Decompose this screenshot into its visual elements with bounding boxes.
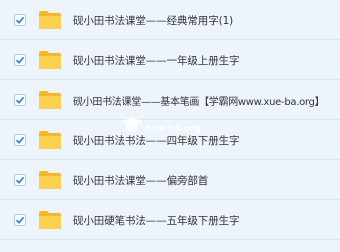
checkmark-icon <box>15 56 25 64</box>
checkmark-icon <box>15 176 25 184</box>
file-name[interactable]: 砚小田书法课堂——经典常用字(1) <box>73 13 233 28</box>
checkbox[interactable] <box>14 14 26 26</box>
file-name[interactable]: 砚小田书法课堂——一年级上册生字 <box>73 53 240 68</box>
list-item[interactable]: 砚小田硬笔书法——五年级下册生字 <box>0 200 340 240</box>
checkmark-icon <box>15 96 25 104</box>
file-list: 砚小田书法课堂——经典常用字(1) 砚小田书法课堂——一年级上册生字 砚小田书法… <box>0 0 340 252</box>
checkbox[interactable] <box>14 214 26 226</box>
checkmark-icon <box>15 16 25 24</box>
checkbox[interactable] <box>14 134 26 146</box>
checkbox[interactable] <box>14 54 26 66</box>
list-item[interactable]: 砚小田书法课堂——偏旁部首 <box>0 160 340 200</box>
folder-icon <box>39 131 61 149</box>
list-item[interactable]: 砚小田书法课堂——经典常用字(1) <box>0 0 340 40</box>
checkbox[interactable] <box>14 94 26 106</box>
folder-icon <box>39 91 61 109</box>
watermark: xue-ba.org <box>112 112 232 146</box>
file-name[interactable]: 砚小田书法课堂——基本笔画【学霸网www.xue-ba.org】 <box>73 93 325 108</box>
checkbox[interactable] <box>14 174 26 186</box>
folder-icon <box>39 51 61 69</box>
file-name[interactable]: 砚小田书法课堂——偏旁部首 <box>73 173 208 188</box>
folder-icon <box>39 171 61 189</box>
checkmark-icon <box>15 216 25 224</box>
graduation-cap-icon <box>121 117 143 132</box>
file-name[interactable]: 砚小田硬笔书法——五年级下册生字 <box>73 213 240 228</box>
list-item[interactable]: 砚小田书法课堂——一年级上册生字 <box>0 40 340 80</box>
folder-icon <box>39 11 61 29</box>
watermark-text: xue-ba.org <box>146 124 202 134</box>
folder-icon <box>39 211 61 229</box>
checkmark-icon <box>15 136 25 144</box>
